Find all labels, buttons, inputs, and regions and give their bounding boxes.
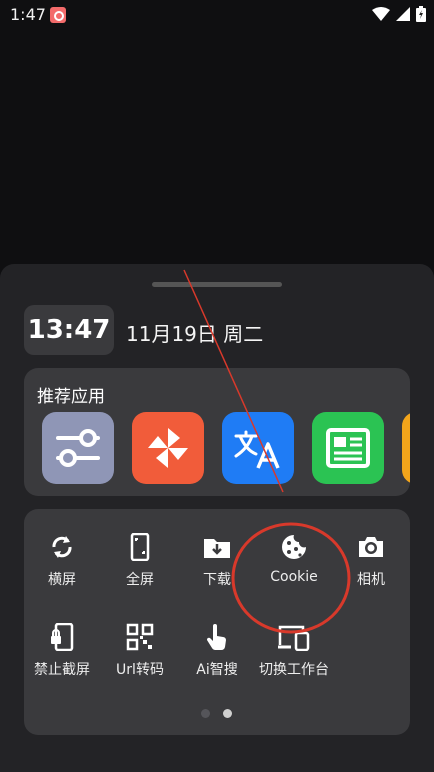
status-bar: 1:47	[0, 0, 434, 30]
clock-widget: 13:47	[24, 305, 114, 355]
newspaper-icon	[326, 428, 370, 468]
pager-dot-1[interactable]	[201, 709, 210, 718]
tool-camera[interactable]: 相机	[333, 533, 409, 589]
partial-app-icon[interactable]	[402, 412, 410, 484]
tool-switch-workspace[interactable]: 切换工作台	[256, 623, 332, 679]
tool-label: 横屏	[48, 572, 76, 588]
tool-label: 下载	[203, 572, 231, 588]
tool-url-encode[interactable]: Url转码	[102, 623, 178, 679]
tool-label: 全屏	[126, 572, 154, 588]
rotate-icon	[52, 536, 72, 558]
settings-app-icon[interactable]	[42, 412, 114, 484]
pointer-hand-icon	[206, 624, 226, 651]
pager-dot-2[interactable]	[223, 709, 232, 718]
clock-time: 13:47	[27, 315, 111, 345]
tool-ai-search[interactable]: Ai智搜	[179, 623, 255, 679]
pinwheel-app-icon[interactable]	[132, 412, 204, 484]
status-time: 1:47	[10, 5, 46, 24]
tool-label: Cookie	[270, 569, 318, 585]
tool-cookie[interactable]: Cookie	[256, 533, 332, 585]
tool-block-screenshot[interactable]: 禁止截屏	[24, 623, 100, 679]
battery-icon	[416, 6, 426, 22]
tool-label: 禁止截屏	[34, 662, 90, 678]
pinwheel-icon	[148, 428, 188, 468]
status-icons	[372, 6, 426, 22]
recommended-apps-card: 推荐应用	[24, 368, 410, 496]
tool-label: 相机	[357, 572, 385, 588]
date-label: 11月19日 周二	[126, 322, 264, 346]
news-app-icon[interactable]	[312, 412, 384, 484]
qr-code-icon	[126, 623, 154, 651]
tool-label: 切换工作台	[259, 662, 329, 678]
translate-icon	[234, 430, 280, 469]
tool-label: Url转码	[116, 662, 164, 678]
tool-landscape[interactable]: 横屏	[24, 533, 100, 589]
cookie-icon	[282, 535, 306, 559]
sliders-icon	[56, 429, 100, 467]
drag-handle[interactable]	[152, 282, 282, 287]
camera-icon	[359, 537, 383, 557]
tool-label: Ai智搜	[196, 662, 238, 678]
tool-download[interactable]: 下载	[179, 533, 255, 589]
signal-icon	[396, 7, 410, 21]
notification-app-icon	[50, 7, 66, 23]
wifi-icon	[372, 7, 390, 21]
phone-fullscreen-icon	[130, 533, 150, 561]
devices-icon	[278, 625, 310, 651]
recommended-title: 推荐应用	[37, 387, 105, 407]
download-folder-icon	[204, 539, 230, 558]
tools-card: 横屏 全屏 下载 Cookie 相机 禁止截屏 Url转码 Ai智搜 切换工作台	[24, 509, 410, 735]
lock-phone-icon	[51, 623, 74, 651]
tool-fullscreen[interactable]: 全屏	[102, 533, 178, 589]
translate-app-icon[interactable]	[222, 412, 294, 484]
